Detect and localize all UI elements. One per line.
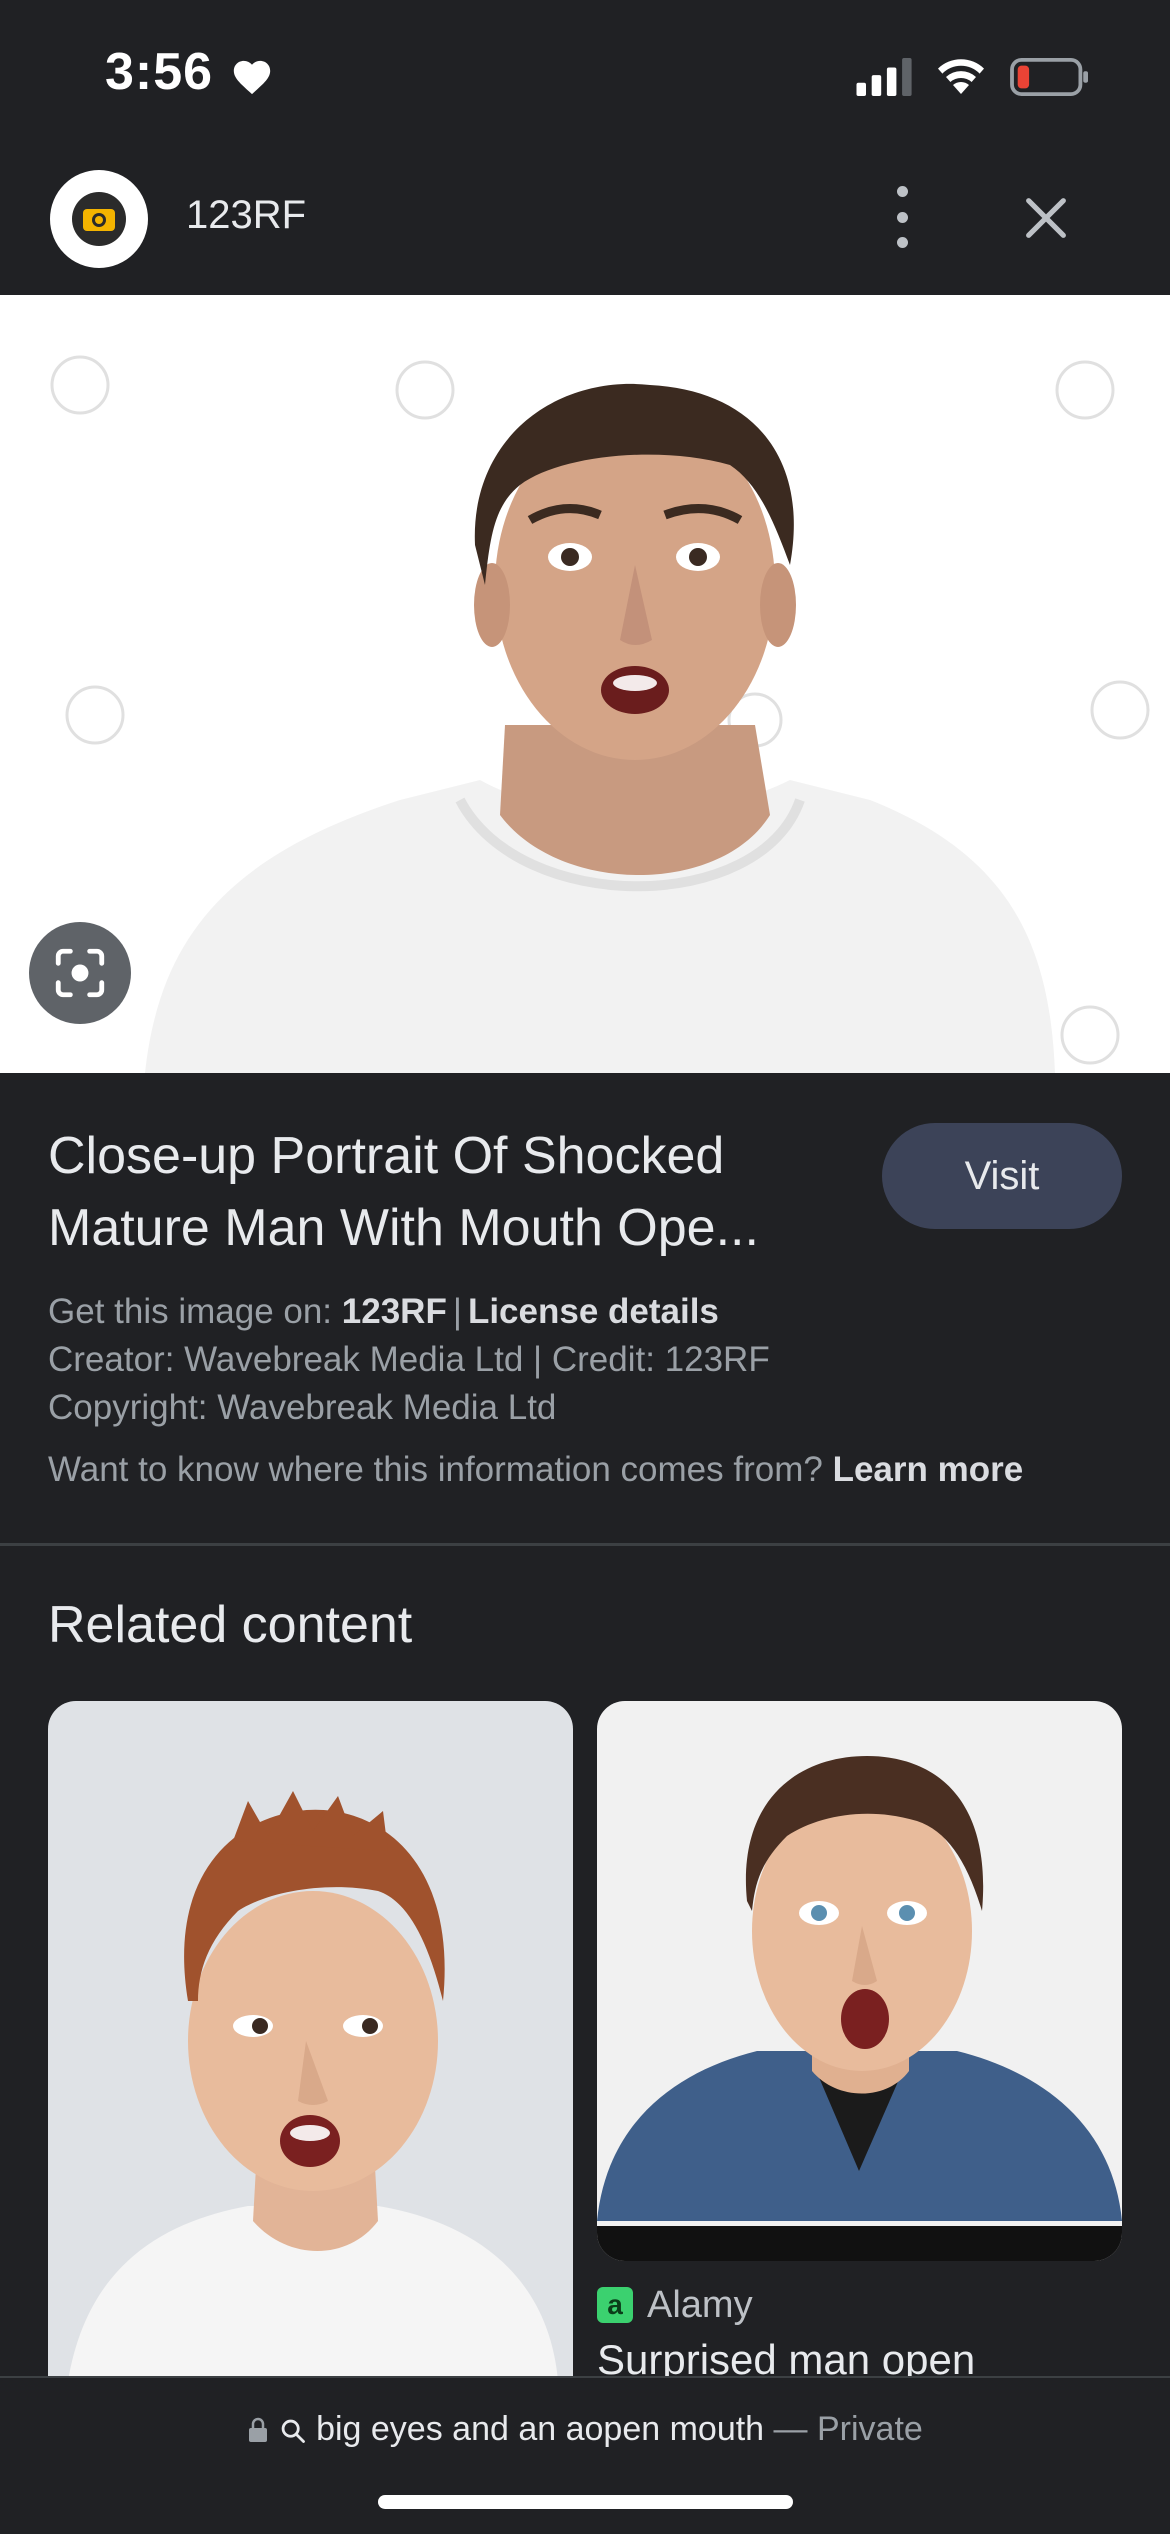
lens-icon: [55, 948, 105, 998]
signal-icon: [856, 58, 912, 96]
more-dot-icon: [896, 186, 908, 197]
private-mode-label: Private: [817, 2410, 923, 2448]
more-dot-icon: [896, 237, 908, 248]
surprised-man-denim-photo: [597, 1756, 1122, 2261]
related-card-image[interactable]: [597, 1701, 1122, 2261]
related-card-source[interactable]: a Alamy: [597, 2282, 753, 2328]
alamy-icon: a: [597, 2287, 633, 2323]
wifi-icon: [938, 59, 984, 94]
image-source-line: Get this image on: 123RF | License details: [48, 1292, 719, 1331]
related-heading: Related content: [48, 1596, 413, 1654]
copyright-line: Copyright: Wavebreak Media Ltd: [48, 1388, 557, 1427]
address-bar[interactable]: big eyes and an aopen mouth — Private: [0, 2410, 1170, 2449]
more-options-button[interactable]: [880, 186, 924, 248]
visit-button[interactable]: Visit: [882, 1123, 1122, 1229]
main-image[interactable]: [0, 295, 1170, 1073]
site-logo[interactable]: [50, 170, 148, 268]
shocked-man-photo: [50, 355, 1150, 1073]
close-icon[interactable]: [1020, 192, 1072, 244]
lens-search-button[interactable]: [29, 922, 131, 1024]
more-dot-icon: [896, 211, 908, 223]
status-time: 3:56: [105, 43, 214, 101]
search-query: big eyes and an aopen mouth: [316, 2410, 765, 2448]
learn-more-link[interactable]: Learn more: [833, 1450, 1024, 1489]
heart-icon: [233, 60, 271, 95]
info-question: Want to know where this information come…: [48, 1450, 823, 1489]
site-name[interactable]: 123RF: [186, 193, 306, 238]
related-card-image[interactable]: [48, 1701, 573, 2381]
surprised-young-man-photo: [68, 1791, 558, 2381]
license-details-link[interactable]: License details: [468, 1292, 719, 1331]
source-name: Alamy: [647, 2283, 753, 2326]
lock-icon: [249, 2417, 268, 2442]
info-question-line: Want to know where this information come…: [48, 1450, 1023, 1490]
dash-separator: —: [773, 2410, 808, 2448]
status-bar: 3:56: [0, 0, 1170, 150]
home-indicator[interactable]: [378, 2495, 793, 2509]
get-image-prefix: Get this image on:: [48, 1292, 333, 1331]
creator-line: Creator: Wavebreak Media Ltd | Credit: 1…: [48, 1340, 770, 1379]
source-link[interactable]: 123RF: [342, 1292, 447, 1331]
battery-icon: [1010, 58, 1088, 96]
divider: [0, 1543, 1170, 1546]
search-icon: [281, 2419, 305, 2443]
bottom-bar: [0, 2376, 1170, 2534]
123rf-logo-icon: [72, 192, 126, 246]
result-title[interactable]: Close-up Portrait Of Shocked Mature Man …: [48, 1120, 838, 1264]
